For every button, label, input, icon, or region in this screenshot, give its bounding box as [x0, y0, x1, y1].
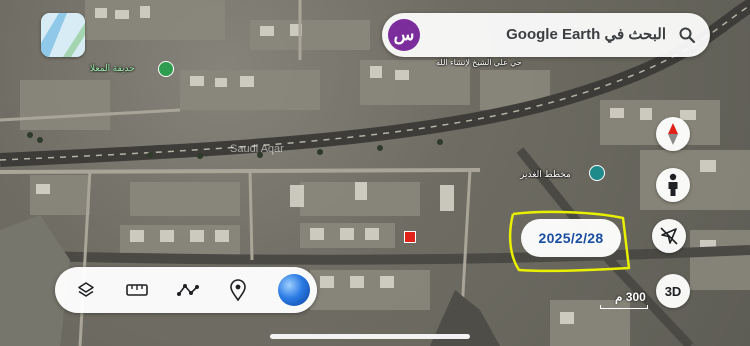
map-app-icon: [41, 13, 85, 57]
map-label-neighborhood: حي علي الشيخ لإنشاء الله: [436, 58, 522, 67]
draw-path-button[interactable]: [173, 275, 203, 305]
district-poi-icon[interactable]: [589, 165, 605, 181]
search-icon[interactable]: [678, 26, 696, 44]
map-label-park: حديقة المعلا: [90, 63, 135, 73]
scale-bar: [600, 305, 648, 309]
park-poi-icon[interactable]: [158, 61, 174, 77]
home-indicator[interactable]: [270, 334, 470, 339]
pegman-icon: [668, 173, 678, 196]
bottom-toolbar: [55, 267, 317, 313]
three-d-button[interactable]: 3D: [656, 274, 690, 308]
property-marker[interactable]: [404, 231, 416, 243]
place-pin-button[interactable]: [223, 275, 253, 305]
map-label-district: مخطط الغدير: [520, 169, 571, 179]
search-input[interactable]: البحث في Google Earth: [430, 13, 666, 57]
street-view-button[interactable]: [656, 168, 690, 202]
globe-icon[interactable]: [278, 274, 310, 306]
location-button[interactable]: [652, 219, 686, 253]
layers-button[interactable]: [71, 275, 101, 305]
pin-icon: [230, 279, 246, 301]
measure-button[interactable]: [122, 275, 152, 305]
app-logo[interactable]: [41, 13, 85, 57]
imagery-date-chip[interactable]: 2025/2/28: [521, 219, 621, 257]
compass-icon: [668, 123, 678, 145]
scale-label: 300 م: [615, 290, 646, 304]
avatar[interactable]: س: [388, 19, 420, 51]
watermark-label: Saudi Aqar: [230, 143, 284, 155]
ruler-icon: [126, 284, 148, 296]
compass-button[interactable]: [656, 117, 690, 151]
location-off-icon: [660, 227, 678, 245]
layers-icon: [78, 282, 94, 297]
path-icon: [177, 284, 199, 296]
search-bar[interactable]: س البحث في Google Earth: [382, 13, 710, 57]
